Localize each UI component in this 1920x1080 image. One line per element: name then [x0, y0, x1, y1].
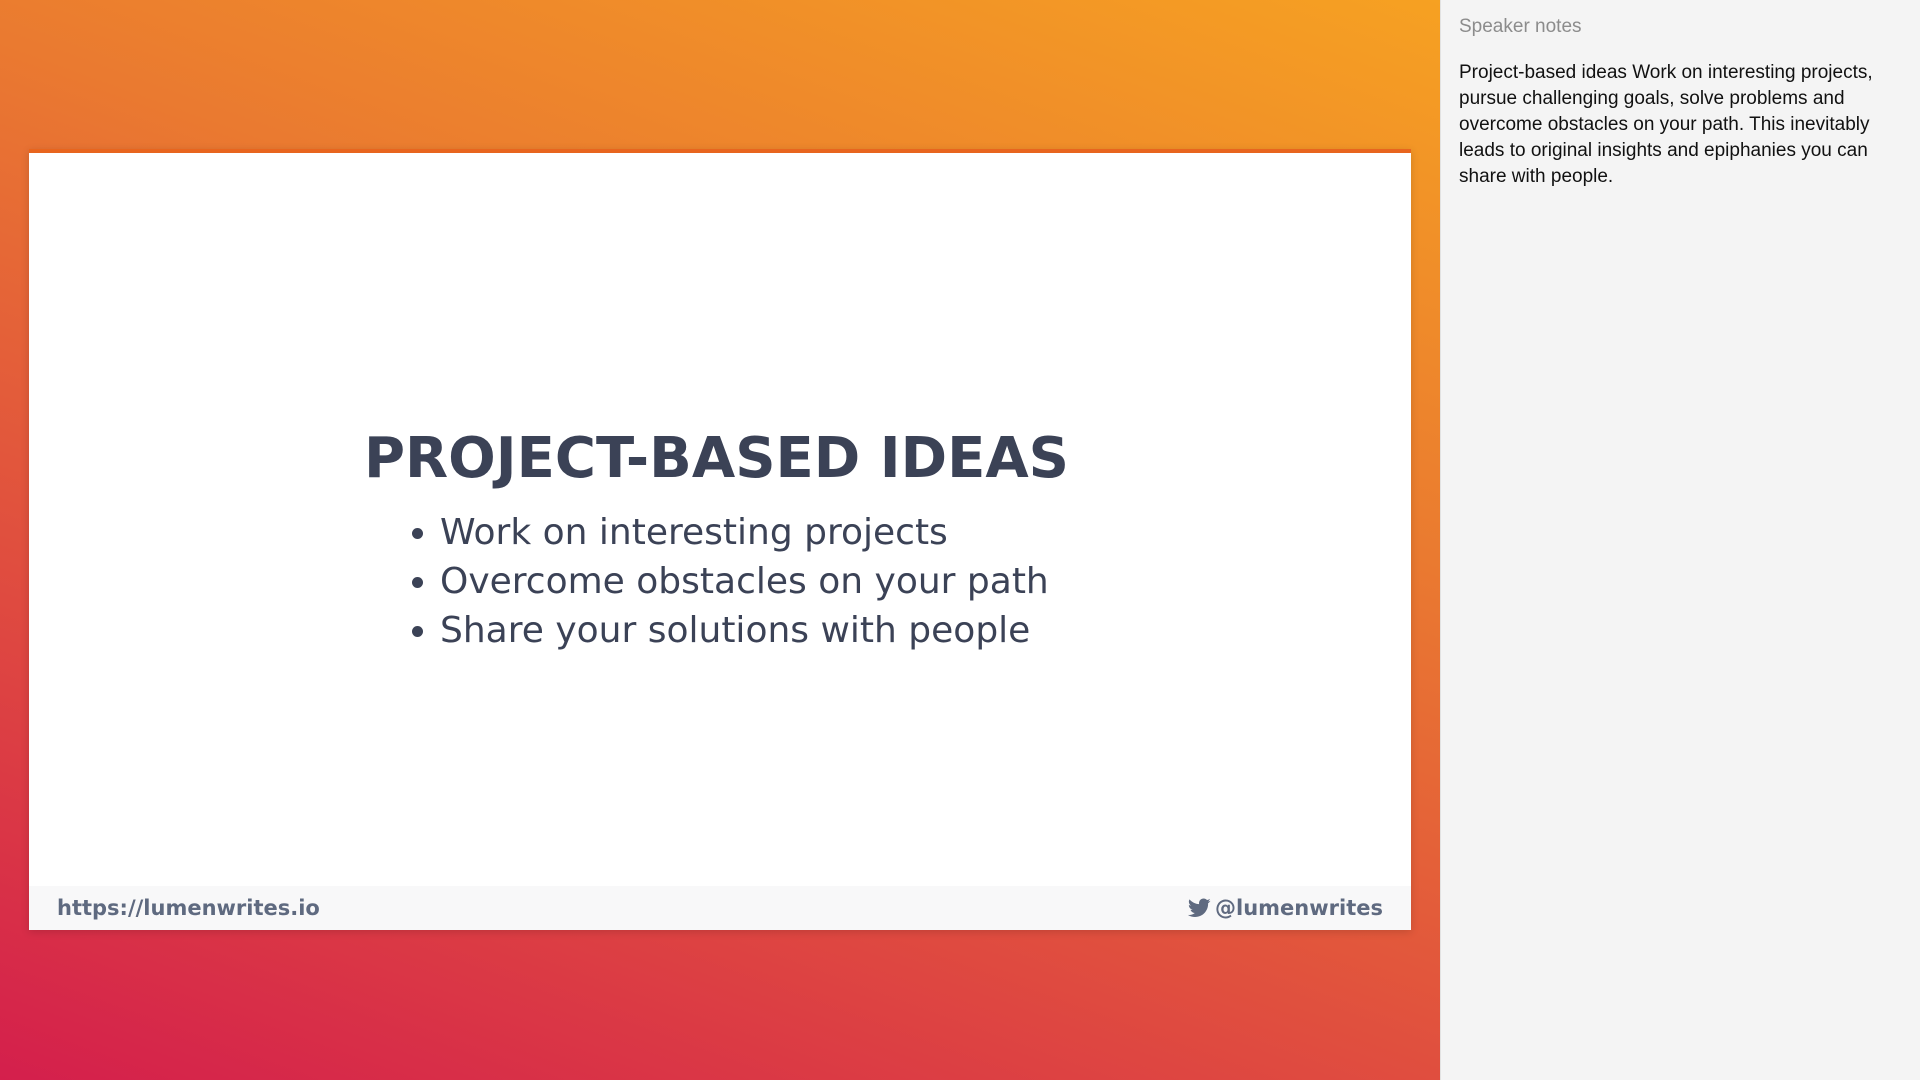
slide-content: PROJECT-BASED IDEAS Work on interesting …	[364, 428, 1164, 655]
speaker-notes-text: Project-based ideas Work on interesting …	[1459, 62, 1873, 187]
slide-bullet-list: Work on interesting projects Overcome ob…	[364, 508, 1164, 655]
slide-title: PROJECT-BASED IDEAS	[364, 426, 1070, 491]
speaker-notes-panel: Speaker notes Project-based ideas Work o…	[1440, 0, 1920, 1080]
slide-stage: PROJECT-BASED IDEAS Work on interesting …	[0, 0, 1440, 1080]
slide-footer: https://lumenwrites.io @lumenwrites	[29, 886, 1411, 930]
speaker-notes-title: Speaker notes	[1459, 16, 1582, 37]
presenter-view: PROJECT-BASED IDEAS Work on interesting …	[0, 0, 1920, 1080]
slide-bullet: Work on interesting projects	[440, 508, 1164, 557]
slide[interactable]: PROJECT-BASED IDEAS Work on interesting …	[29, 149, 1411, 930]
slide-bullet: Overcome obstacles on your path	[440, 557, 1164, 606]
footer-handle-text: @lumenwrites	[1215, 896, 1383, 920]
footer-twitter-handle[interactable]: @lumenwrites	[1188, 896, 1383, 920]
slide-bullet: Share your solutions with people	[440, 606, 1164, 655]
twitter-icon	[1188, 898, 1211, 918]
footer-url-link[interactable]: https://lumenwrites.io	[57, 896, 320, 920]
